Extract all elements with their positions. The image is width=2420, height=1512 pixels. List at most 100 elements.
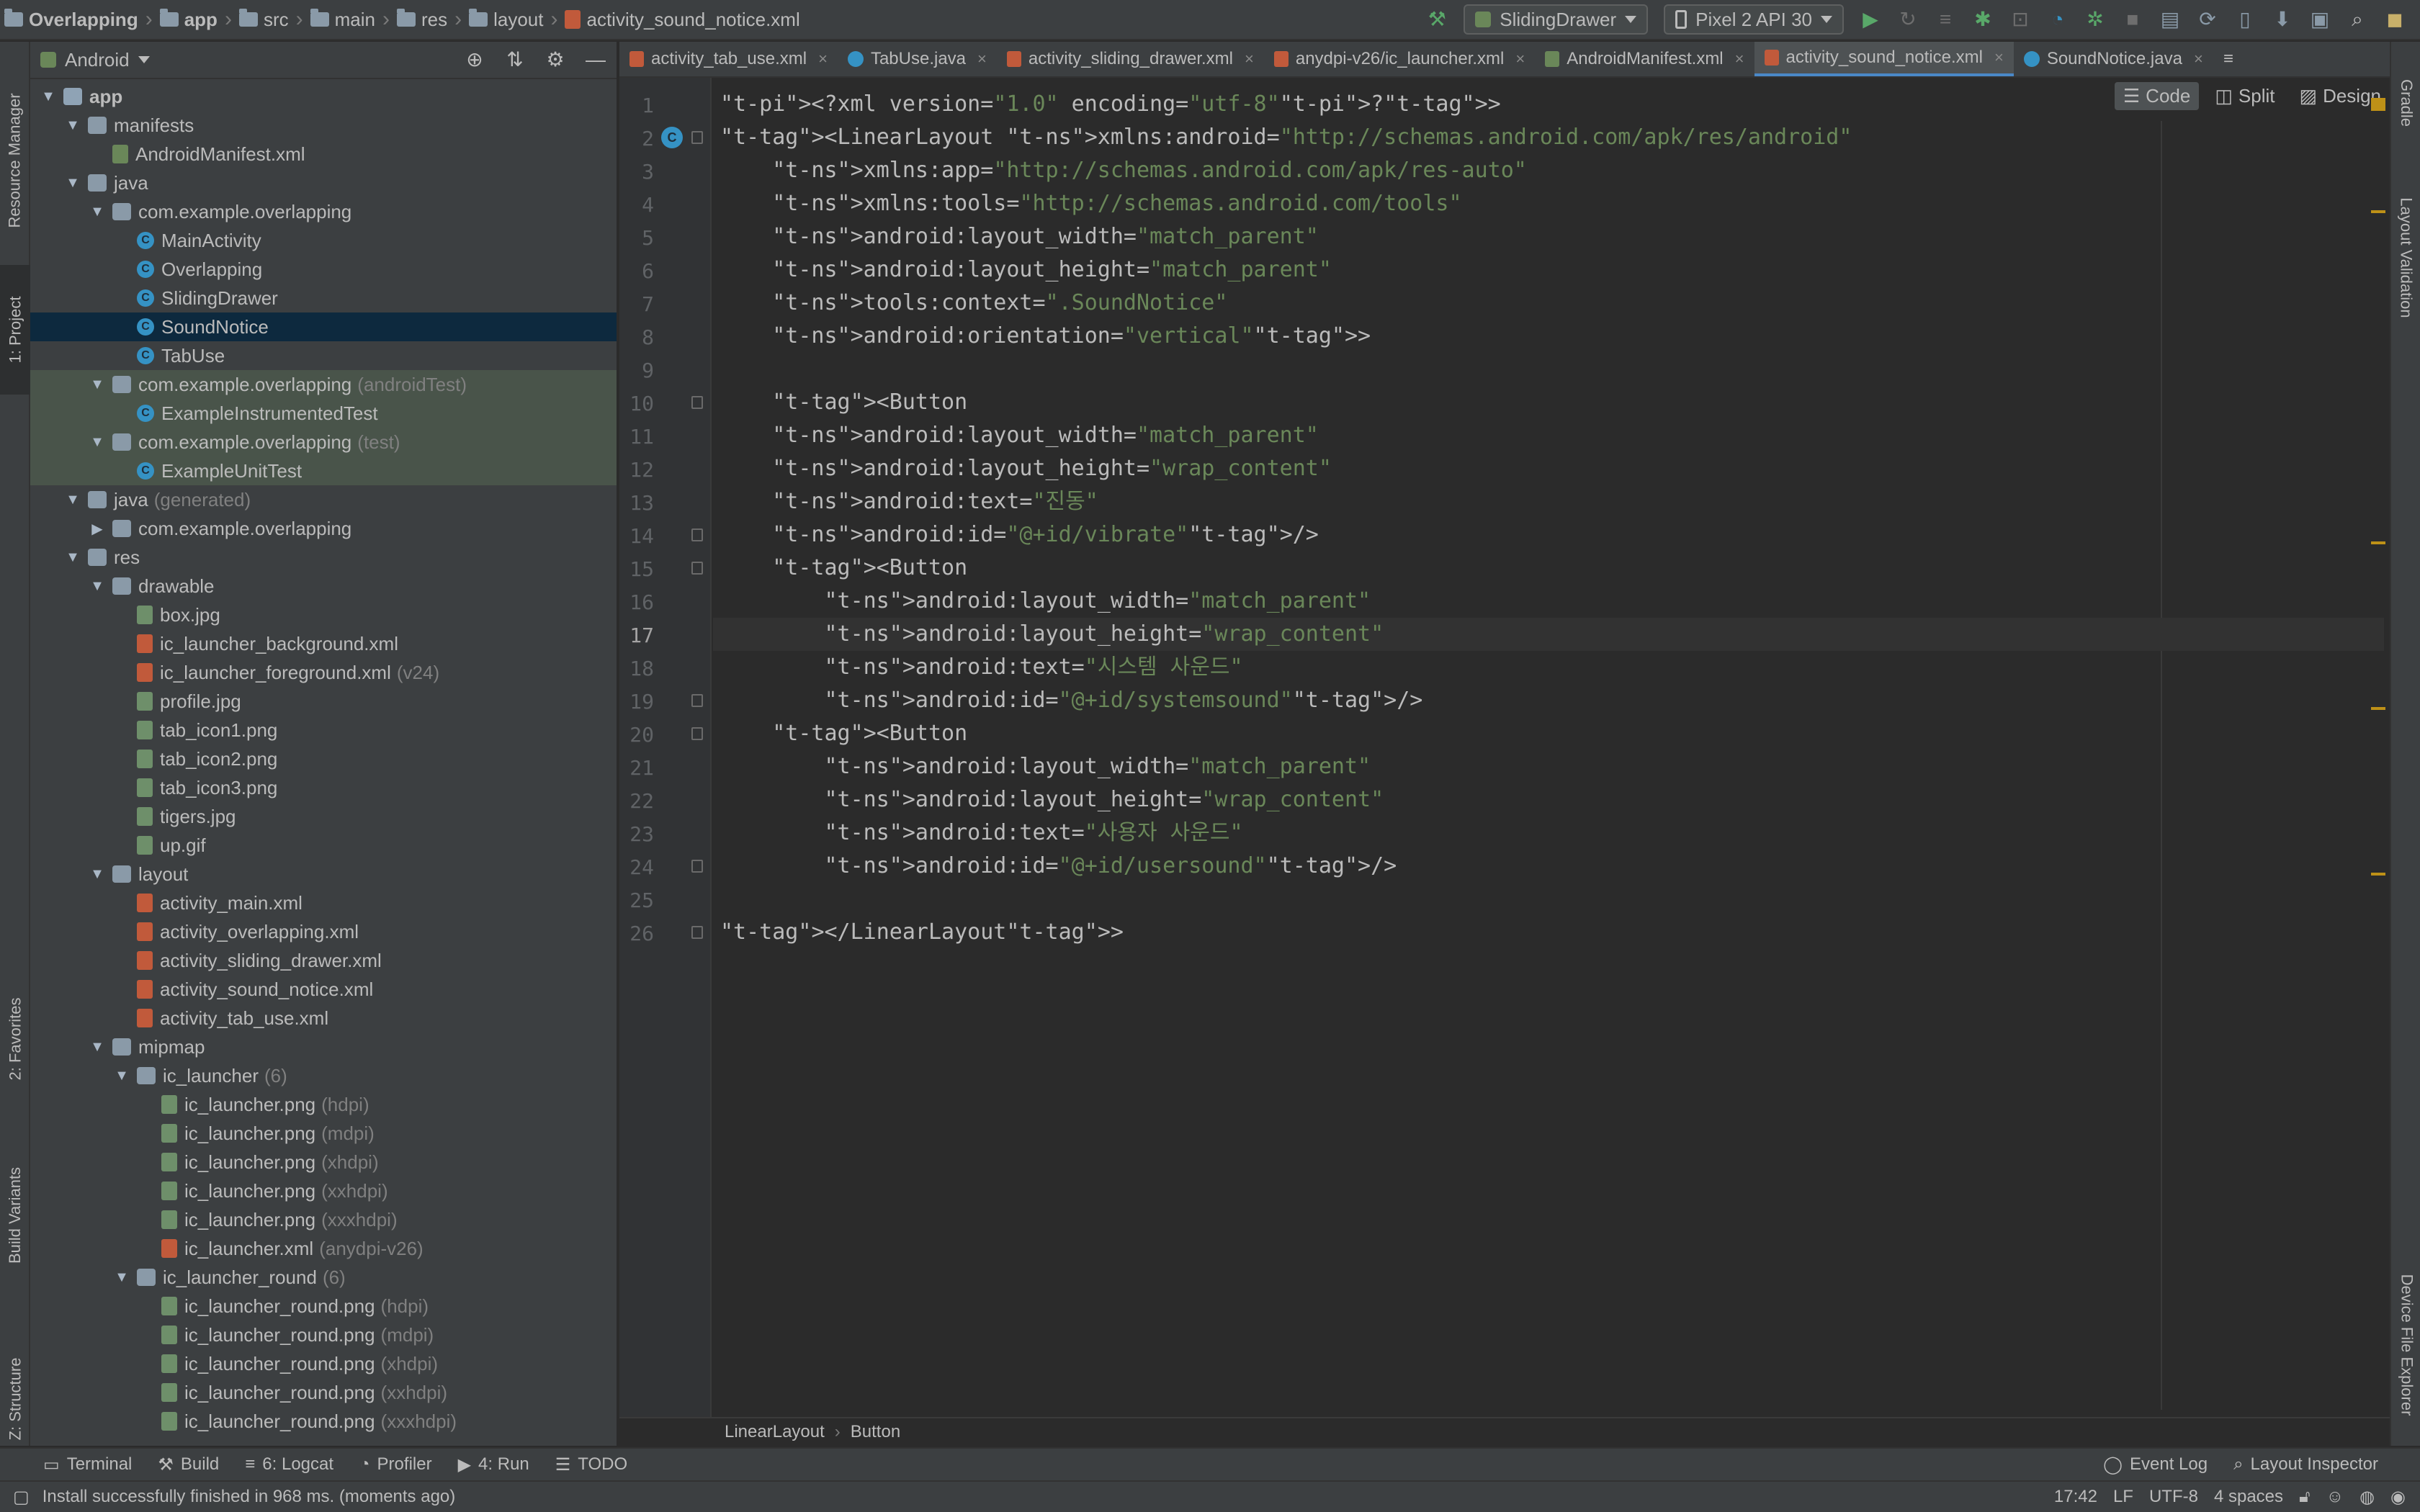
tool-tab-layout-validation[interactable]: Layout Validation [2391, 164, 2420, 351]
tool-tab-build-variants[interactable]: Build Variants [0, 1122, 30, 1309]
debug-icon[interactable]: ✱ [1972, 9, 1994, 30]
status-message[interactable]: Install successfully finished in 968 ms.… [42, 1487, 456, 1507]
close-icon[interactable]: × [1515, 50, 1525, 68]
code-line[interactable]: "t-ns">android:layout_width="match_paren… [720, 585, 1371, 618]
tool-button-terminal[interactable]: ▭ Terminal [0, 1454, 145, 1475]
fold-marker-icon[interactable] [691, 727, 703, 740]
tool-button-event-log[interactable]: ◯ Event Log [2090, 1454, 2220, 1475]
run-configuration-dropdown[interactable]: SlidingDrawer [1464, 4, 1649, 35]
breadcrumb-app[interactable]: app [156, 9, 222, 31]
class-gutter-icon[interactable]: C [661, 127, 683, 148]
fold-marker-icon[interactable] [691, 528, 703, 541]
expand-down-icon[interactable]: ▼ [89, 578, 105, 595]
tree-item[interactable]: ic_launcher_background.xml [30, 629, 617, 658]
tool-button-logcat[interactable]: ≡ 6: Logcat [232, 1454, 346, 1475]
breadcrumb-layout[interactable]: layout [465, 9, 547, 31]
tool-tab-resource-manager[interactable]: Resource Manager [0, 56, 30, 265]
editor-tab[interactable]: activity_sound_notice.xml × [1754, 42, 2014, 76]
code-line[interactable]: "t-tag"><Button [720, 386, 967, 419]
breadcrumb-src[interactable]: src [235, 9, 293, 31]
code-line[interactable]: "t-pi"><?xml version="1.0" encoding="utf… [720, 88, 1501, 121]
fold-marker-icon[interactable] [691, 694, 703, 707]
code-line[interactable]: "t-ns">android:id="@+id/vibrate""t-tag">… [720, 518, 1319, 552]
tree-item[interactable]: tab_icon2.png [30, 744, 617, 773]
fold-marker-icon[interactable] [691, 926, 703, 939]
breadcrumb-item-linearlayout[interactable]: LinearLayout [725, 1422, 825, 1442]
tree-item[interactable]: ▼ manifests [30, 111, 617, 140]
tree-item[interactable]: profile.jpg [30, 687, 617, 716]
code-line[interactable]: "t-ns">android:layout_width="match_paren… [720, 419, 1319, 452]
tree-item[interactable]: ic_launcher_round.png (xxhdpi) [30, 1378, 617, 1407]
tree-item[interactable]: C SlidingDrawer [30, 284, 617, 312]
expand-down-icon[interactable]: ▼ [89, 377, 105, 393]
collapse-all-icon[interactable]: ⇅ [504, 49, 526, 71]
toggle-tool-windows-icon[interactable]: ▢ [0, 1487, 42, 1508]
tool-tab-project[interactable]: 1: Project [0, 265, 30, 395]
tree-item[interactable]: AndroidManifest.xml [30, 140, 617, 168]
expand-down-icon[interactable]: ▼ [65, 549, 81, 566]
tree-item[interactable]: ic_launcher_round.png (mdpi) [30, 1320, 617, 1349]
close-icon[interactable]: × [1245, 50, 1254, 68]
expand-down-icon[interactable]: ▼ [89, 866, 105, 883]
tree-item[interactable]: ▼ java (generated) [30, 485, 617, 514]
code-line[interactable]: "t-tag"></LinearLayout"t-tag">> [720, 916, 1124, 949]
close-icon[interactable]: × [977, 50, 987, 68]
code-line[interactable]: "t-ns">android:text="시스템 사운드" [720, 651, 1243, 684]
tree-item[interactable]: ▼ java [30, 168, 617, 197]
tree-item[interactable]: C Overlapping [30, 255, 617, 284]
code-line[interactable]: "t-ns">android:layout_height="wrap_conte… [720, 452, 1332, 485]
tool-button-build[interactable]: ⚒ Build [145, 1454, 232, 1475]
tree-item[interactable]: C SoundNotice [30, 312, 617, 341]
tree-item[interactable]: activity_tab_use.xml [30, 1004, 617, 1032]
tree-item[interactable]: box.jpg [30, 600, 617, 629]
code-line[interactable]: "t-ns">android:layout_height="wrap_conte… [720, 783, 1384, 816]
tree-item[interactable]: ▼ res [30, 543, 617, 572]
tree-item[interactable]: ▼ com.example.overlapping [30, 197, 617, 226]
warning-marker[interactable] [2371, 707, 2385, 710]
tree-item[interactable]: tigers.jpg [30, 802, 617, 831]
profile-icon[interactable]: ◔ [2047, 9, 2069, 30]
tree-item[interactable]: ▼ com.example.overlapping (test) [30, 428, 617, 456]
apply-changes-icon[interactable]: ≡ [1935, 9, 1956, 30]
project-structure-icon[interactable]: ▤ [2159, 9, 2181, 30]
tree-item[interactable]: ic_launcher.png (mdpi) [30, 1119, 617, 1148]
editor-tab[interactable]: TabUse.java × [838, 42, 997, 76]
editor-tab[interactable]: SoundNotice.java × [2014, 42, 2213, 76]
code-line[interactable]: "t-tag"><Button [720, 717, 967, 750]
breadcrumb-project[interactable]: Overlapping [0, 9, 143, 31]
gear-icon[interactable]: ⚙ [544, 49, 566, 71]
split-mode-button[interactable]: ◫ Split [2206, 82, 2283, 110]
editor-tab[interactable]: activity_sliding_drawer.xml × [997, 42, 1264, 76]
hide-panel-icon[interactable]: — [585, 49, 606, 71]
tree-item[interactable]: ic_launcher_round.png (xxxhdpi) [30, 1407, 617, 1436]
editor-tab[interactable]: AndroidManifest.xml × [1535, 42, 1754, 76]
run-icon[interactable]: ▶ [1860, 9, 1881, 30]
code-line[interactable]: "t-tag"><Button [720, 552, 967, 585]
tree-item[interactable]: C MainActivity [30, 226, 617, 255]
tree-item[interactable]: ic_launcher.png (hdpi) [30, 1090, 617, 1119]
tree-item[interactable]: C ExampleInstrumentedTest [30, 399, 617, 428]
code-line[interactable]: "t-ns">android:layout_height="wrap_conte… [720, 618, 1384, 651]
editor-tab[interactable]: activity_tab_use.xml × [619, 42, 838, 76]
tree-item[interactable]: ▼ ic_launcher_round (6) [30, 1263, 617, 1292]
tree-item[interactable]: ▶ com.example.overlapping [30, 514, 617, 543]
fold-marker-icon[interactable] [691, 860, 703, 873]
tree-item[interactable]: tab_icon3.png [30, 773, 617, 802]
close-icon[interactable]: × [2194, 50, 2203, 68]
code-line[interactable]: "t-ns">android:id="@+id/systemsound""t-t… [720, 684, 1423, 717]
editor-tab[interactable]: anydpi-v26/ic_launcher.xml × [1264, 42, 1535, 76]
hammer-build-icon[interactable]: ⚒ [1426, 9, 1448, 30]
tree-item[interactable]: ic_launcher.png (xxxhdpi) [30, 1205, 617, 1234]
tree-item[interactable]: C ExampleUnitTest [30, 456, 617, 485]
expand-down-icon[interactable]: ▼ [89, 204, 105, 220]
tree-item[interactable]: ▼ drawable [30, 572, 617, 600]
project-view-selector[interactable]: Android [65, 49, 150, 71]
code-line[interactable]: "t-ns">android:text="사용자 사운드" [720, 816, 1243, 850]
tree-item[interactable]: C TabUse [30, 341, 617, 370]
device-manager-icon[interactable]: ▣ [2309, 9, 2331, 30]
code-line[interactable]: "t-ns">android:layout_width="match_paren… [720, 220, 1319, 253]
breadcrumb-item-button[interactable]: Button [851, 1422, 900, 1442]
expand-down-icon[interactable]: ▼ [65, 175, 81, 192]
code-line[interactable]: "t-ns">android:layout_width="match_paren… [720, 750, 1371, 783]
line-separator[interactable]: LF [2113, 1487, 2133, 1507]
